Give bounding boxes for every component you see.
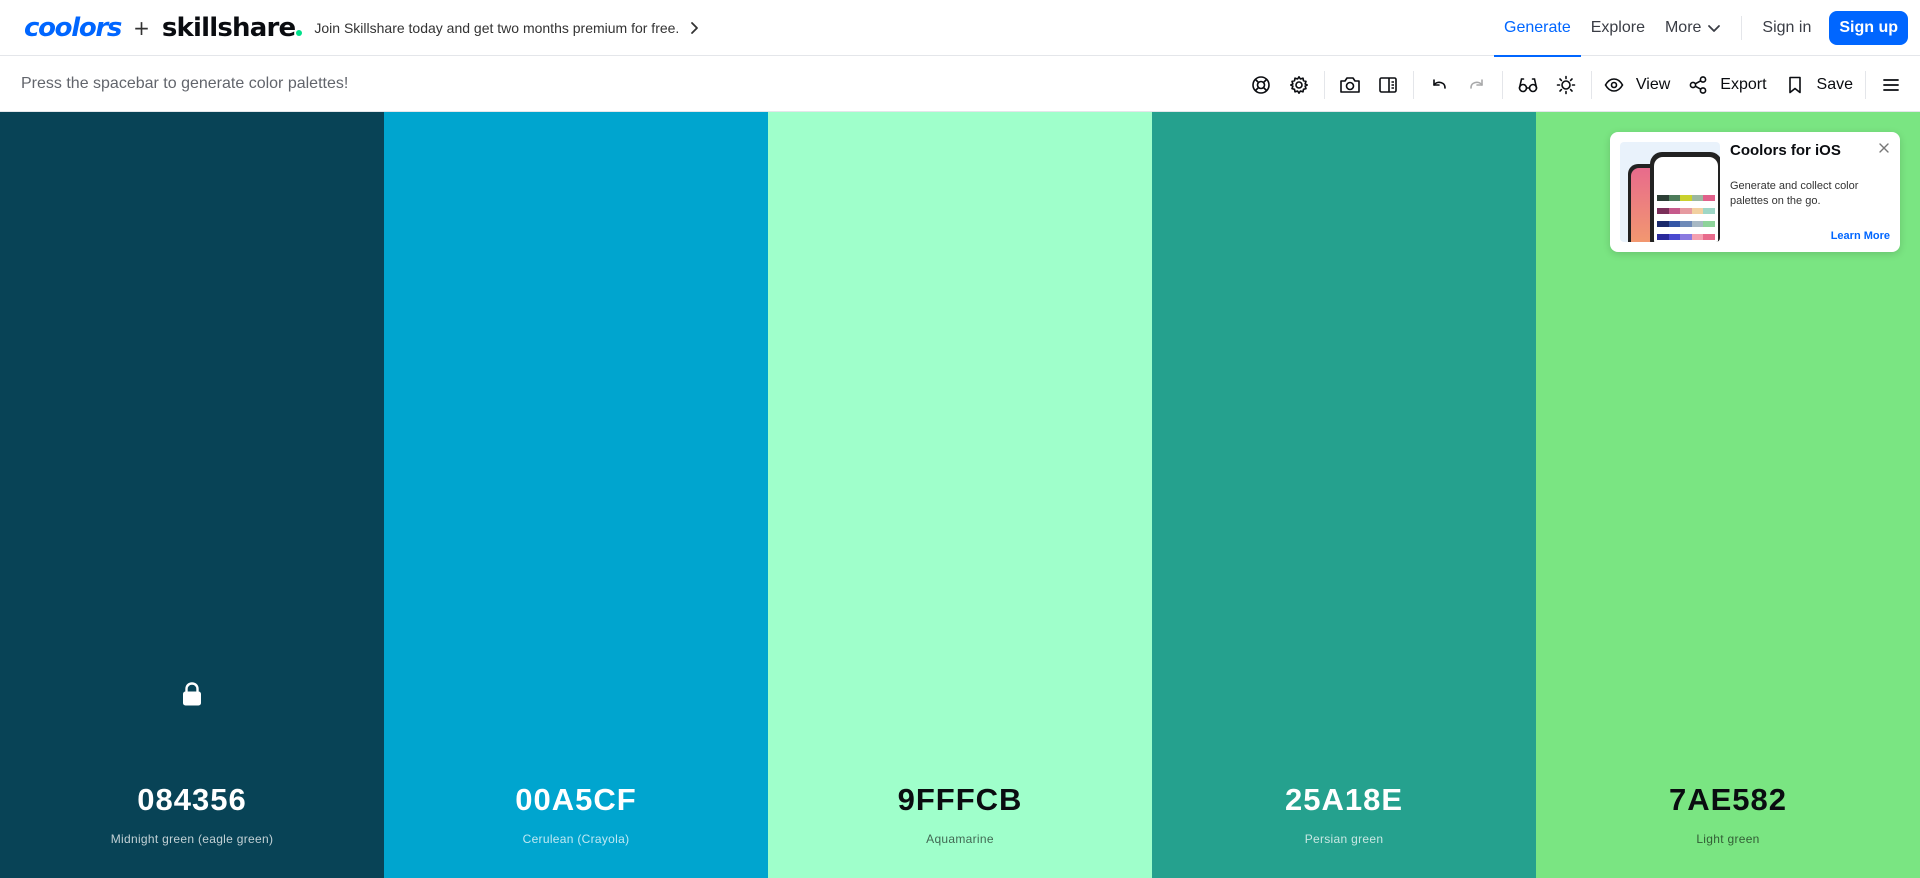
- camera-icon: [1340, 76, 1360, 93]
- nav-explore[interactable]: Explore: [1581, 0, 1655, 56]
- theme-button[interactable]: [1547, 66, 1585, 104]
- eye-icon: [1604, 77, 1624, 92]
- color-swatch[interactable]: 25A18E Persian green: [1152, 112, 1536, 878]
- save-button[interactable]: Save: [1779, 66, 1859, 104]
- brand-plus: +: [133, 15, 150, 40]
- color-name: Cerulean (Crayola): [522, 832, 630, 846]
- spacebar-hint: Press the spacebar to generate color pal…: [21, 75, 349, 92]
- top-navbar: coolors + skillshare Join Skillshare tod…: [0, 0, 1920, 57]
- export-button[interactable]: Export: [1682, 66, 1772, 104]
- nav-divider: [1741, 16, 1743, 40]
- color-swatch[interactable]: 00A5CF Cerulean (Crayola): [384, 112, 768, 878]
- nav-right: Generate Explore More Sign in Sign up: [1494, 0, 1920, 57]
- view-button[interactable]: View: [1598, 66, 1676, 104]
- side-panel-button[interactable]: [1369, 66, 1407, 104]
- nav-explore-label: Explore: [1590, 19, 1645, 36]
- toolbar-divider: [1323, 70, 1325, 99]
- color-hex[interactable]: 7AE582: [1536, 782, 1920, 818]
- brand: coolors + skillshare: [24, 0, 303, 56]
- chevron-down-icon: [1708, 25, 1721, 32]
- color-swatch[interactable]: 9FFFCB Aquamarine: [768, 112, 1152, 878]
- chevron-right-icon: [691, 21, 699, 34]
- ios-promo-card: Coolors for iOS Generate and collect col…: [1610, 132, 1900, 252]
- color-name: Persian green: [1304, 832, 1384, 846]
- sign-in-link[interactable]: Sign in: [1752, 0, 1821, 56]
- promo-link[interactable]: Join Skillshare today and get two months…: [314, 20, 699, 36]
- ios-card-description: Generate and collect color palettes on t…: [1730, 180, 1859, 207]
- export-label: Export: [1720, 75, 1767, 93]
- promo-text: Join Skillshare today and get two months…: [314, 19, 680, 36]
- close-button[interactable]: [1876, 140, 1892, 156]
- sign-in-label: Sign in: [1762, 19, 1812, 36]
- redo-icon: [1470, 78, 1483, 89]
- settings-button[interactable]: [1280, 66, 1318, 104]
- coolors-logo[interactable]: coolors: [24, 13, 122, 43]
- undo-icon: [1433, 78, 1446, 89]
- skillshare-logo[interactable]: skillshare: [162, 13, 303, 43]
- sun-icon: [1556, 75, 1576, 94]
- side-panel-icon: [1379, 76, 1397, 93]
- learn-more-link[interactable]: Learn More: [1831, 230, 1890, 242]
- nav-generate[interactable]: Generate: [1494, 0, 1581, 57]
- color-hex[interactable]: 00A5CF: [384, 782, 768, 818]
- skillshare-dot: [296, 29, 303, 36]
- toolbar-divider: [1590, 70, 1592, 99]
- glasses-button[interactable]: [1509, 66, 1547, 104]
- sign-up-button[interactable]: Sign up: [1829, 11, 1908, 45]
- toolbar: Press the spacebar to generate color pal…: [0, 57, 1920, 112]
- color-hex[interactable]: 25A18E: [1152, 782, 1536, 818]
- phone-front-illustration: [1650, 152, 1720, 242]
- settings-icon: [1289, 75, 1308, 94]
- nav-more[interactable]: More: [1655, 0, 1731, 56]
- color-name: Aquamarine: [926, 832, 994, 846]
- toolbar-divider: [1865, 70, 1866, 99]
- color-hex[interactable]: 9FFFCB: [768, 782, 1152, 818]
- color-hex[interactable]: 084356: [0, 782, 384, 818]
- color-name: Light green: [1696, 832, 1760, 846]
- color-name: Midnight green (eagle green): [110, 832, 274, 846]
- redo-button[interactable]: [1458, 66, 1496, 104]
- camera-button[interactable]: [1331, 66, 1369, 104]
- help-icon: [1252, 75, 1270, 94]
- nav-more-label: More: [1664, 19, 1702, 36]
- help-button[interactable]: [1242, 66, 1280, 104]
- nav-generate-label: Generate: [1504, 19, 1571, 36]
- undo-button[interactable]: [1420, 66, 1458, 104]
- ios-app-preview-image: [1620, 142, 1720, 242]
- ios-card-title: Coolors for iOS: [1730, 142, 1841, 159]
- toolbar-tools: View Export Save: [1242, 57, 1910, 112]
- lock-icon[interactable]: [180, 681, 204, 707]
- view-label: View: [1635, 75, 1671, 93]
- glasses-icon: [1518, 77, 1538, 92]
- hamburger-menu-icon: [1883, 78, 1899, 91]
- toolbar-divider: [1501, 70, 1503, 99]
- save-label: Save: [1816, 75, 1853, 93]
- toolbar-divider: [1412, 70, 1414, 99]
- close-icon: [1879, 143, 1889, 153]
- color-swatch[interactable]: 084356 Midnight green (eagle green): [0, 112, 384, 878]
- share-icon: [1689, 75, 1707, 94]
- menu-button[interactable]: [1872, 66, 1910, 104]
- skillshare-logo-text: skillshare: [161, 12, 296, 43]
- bookmark-icon: [1788, 76, 1801, 93]
